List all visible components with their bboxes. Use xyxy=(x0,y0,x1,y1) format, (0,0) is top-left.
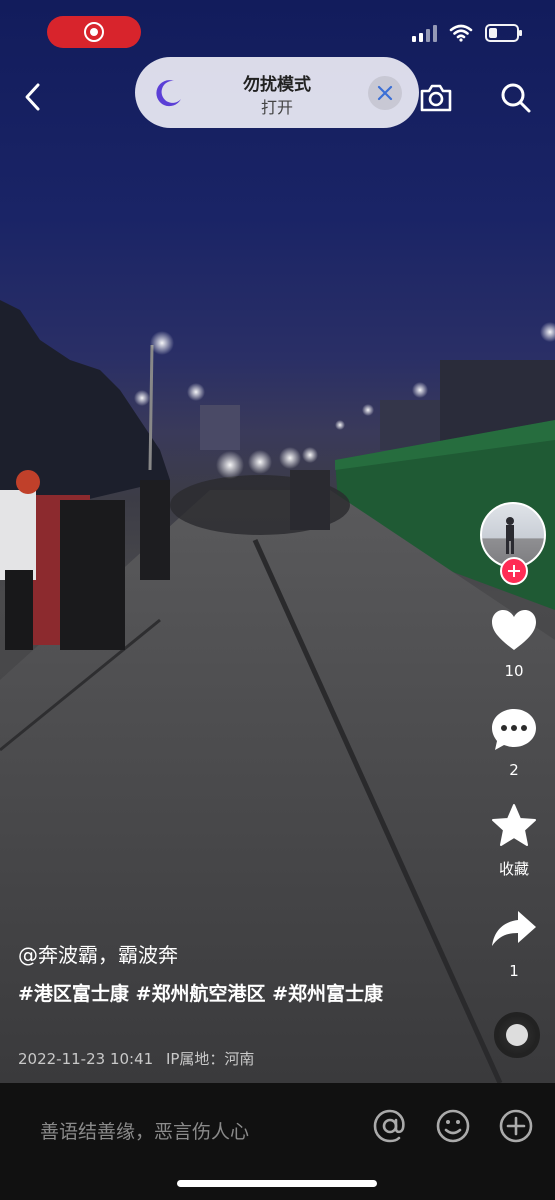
signal-icon xyxy=(412,24,437,42)
like-count: 10 xyxy=(504,662,524,680)
author-name[interactable]: @奔波霸，霸波奔 xyxy=(18,939,178,968)
favorite-button[interactable] xyxy=(489,802,539,852)
ip-location: IP属地：河南 xyxy=(165,1050,255,1068)
video-frame xyxy=(0,300,555,1083)
video-hashtags[interactable]: #港区富士康 #郑州航空港区 #郑州富士康 xyxy=(18,980,398,1008)
favorite-label: 收藏 xyxy=(498,860,529,878)
like-button[interactable] xyxy=(489,606,539,656)
do-not-disturb-banner[interactable]: 勿扰模式 打开 xyxy=(135,57,419,128)
status-bar xyxy=(412,24,522,42)
emoji-icon xyxy=(436,1109,470,1143)
search-icon xyxy=(501,83,531,113)
avatar-figure xyxy=(506,517,514,554)
music-cover xyxy=(506,1024,528,1046)
at-icon xyxy=(373,1109,405,1143)
music-disc[interactable] xyxy=(494,1012,540,1058)
dnd-close-button[interactable] xyxy=(368,76,402,110)
share-button[interactable] xyxy=(489,905,539,955)
battery-level xyxy=(489,28,497,38)
search-button[interactable] xyxy=(498,80,534,116)
back-button[interactable] xyxy=(18,80,52,114)
battery-icon xyxy=(485,24,522,42)
follow-button[interactable] xyxy=(500,557,528,585)
comment-button[interactable] xyxy=(489,705,539,755)
star-icon xyxy=(492,804,536,846)
camera-icon xyxy=(420,84,452,112)
wifi-icon xyxy=(449,24,473,42)
camera-button[interactable] xyxy=(418,80,454,116)
heart-icon xyxy=(492,610,536,650)
emoji-button[interactable] xyxy=(435,1108,471,1144)
video-meta: 2022-11-23 10:41 IP属地：河南 xyxy=(18,1048,254,1069)
post-timestamp: 2022-11-23 10:41 xyxy=(18,1050,154,1068)
add-icon xyxy=(499,1109,533,1143)
back-icon xyxy=(25,83,40,111)
mention-button[interactable] xyxy=(372,1108,408,1144)
add-button[interactable] xyxy=(498,1108,534,1144)
record-icon xyxy=(84,22,104,42)
share-count: 1 xyxy=(509,962,519,980)
comment-count: 2 xyxy=(509,761,519,779)
close-icon xyxy=(377,85,393,101)
share-icon xyxy=(492,911,536,946)
comment-input[interactable]: 善语结善缘，恶言伤人心 xyxy=(40,1117,249,1144)
comment-icon xyxy=(492,709,536,750)
screen-recording-indicator[interactable] xyxy=(47,16,141,48)
home-indicator xyxy=(177,1180,377,1187)
video-player[interactable] xyxy=(0,0,555,1083)
